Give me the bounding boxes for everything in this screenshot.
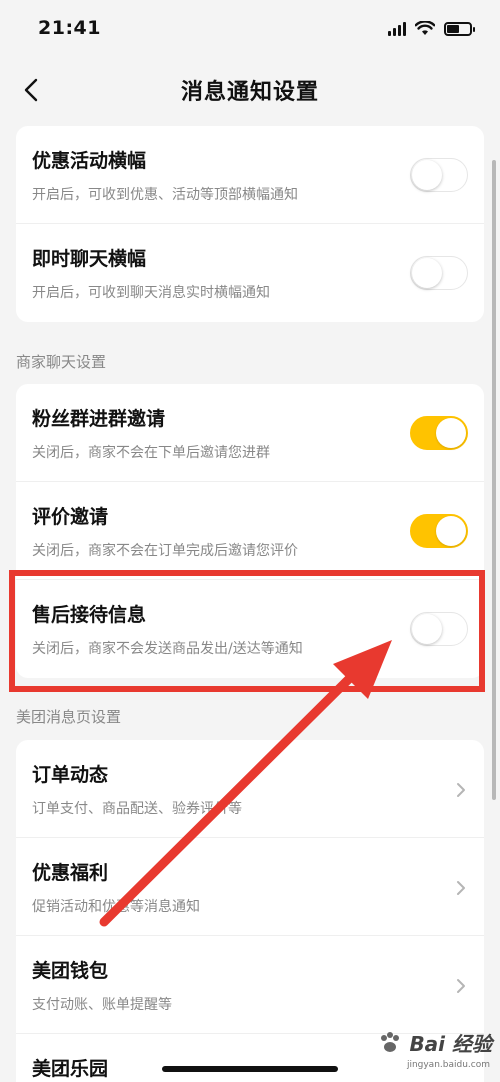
setting-desc: 关闭后，商家不会在下单后邀请您进群: [32, 445, 270, 461]
setting-title: 订单动态: [32, 764, 109, 786]
nav-bar: 消息通知设置: [0, 60, 500, 120]
watermark-sub: jingyan.baidu.com: [406, 1060, 490, 1070]
home-indicator[interactable]: [162, 1066, 338, 1072]
setting-title: 美团乐园: [32, 1058, 109, 1080]
chevron-right-icon: [457, 979, 465, 993]
setting-desc: 订单支付、商品配送、验券评价等: [32, 801, 242, 817]
signal-icon: [388, 21, 406, 36]
setting-row-fan-group-invite: 粉丝群进群邀请 关闭后，商家不会在下单后邀请您进群: [16, 384, 484, 482]
review-invite-toggle[interactable]: [410, 514, 468, 548]
setting-title: 售后接待信息: [32, 604, 147, 626]
setting-title: 优惠福利: [32, 862, 109, 884]
setting-title: 美团钱包: [32, 960, 109, 982]
merchant-chat-card: 粉丝群进群邀请 关闭后，商家不会在下单后邀请您进群 评价邀请 关闭后，商家不会在…: [16, 384, 484, 678]
setting-desc: 关闭后，商家不会在订单完成后邀请您评价: [32, 543, 298, 559]
setting-desc: 关闭后，商家不会发送商品发出/送达等通知: [32, 641, 303, 657]
banner-settings-card: 优惠活动横幅 开启后，可收到优惠、活动等顶部横幅通知 即时聊天横幅 开启后，可收…: [16, 126, 484, 322]
setting-row-order-updates[interactable]: 订单动态 订单支付、商品配送、验券评价等: [16, 740, 484, 838]
chevron-right-icon: [457, 783, 465, 797]
setting-row-chat-banner: 即时聊天横幅 开启后，可收到聊天消息实时横幅通知: [16, 224, 484, 322]
setting-title: 粉丝群进群邀请: [32, 408, 166, 430]
setting-desc: 促销活动和优惠等消息通知: [32, 899, 200, 915]
section-label-meituan-page: 美团消息页设置: [16, 708, 122, 726]
setting-desc: 开启后，可收到优惠、活动等顶部横幅通知: [32, 187, 298, 203]
setting-desc: 开启后，可收到聊天消息实时横幅通知: [32, 285, 270, 301]
paw-icon: [381, 1031, 400, 1052]
setting-title: 优惠活动横幅: [32, 150, 147, 172]
watermark: Bai 经验: [377, 1028, 492, 1057]
setting-row-promo-banner: 优惠活动横幅 开启后，可收到优惠、活动等顶部横幅通知: [16, 126, 484, 224]
setting-row-discount-benefits[interactable]: 优惠福利 促销活动和优惠等消息通知: [16, 838, 484, 936]
setting-row-wallet[interactable]: 美团钱包 支付动账、账单提醒等: [16, 936, 484, 1034]
battery-icon: [444, 21, 475, 36]
status-icons: [388, 21, 475, 36]
watermark-text: Bai 经验: [409, 1032, 492, 1056]
chevron-right-icon: [457, 881, 465, 895]
page-title: 消息通知设置: [180, 80, 319, 105]
after-sales-toggle[interactable]: [410, 612, 468, 646]
chat-banner-toggle[interactable]: [410, 256, 468, 290]
setting-row-review-invite: 评价邀请 关闭后，商家不会在订单完成后邀请您评价: [16, 482, 484, 580]
status-time: 21:41: [38, 17, 101, 39]
fan-group-invite-toggle[interactable]: [410, 416, 468, 450]
setting-row-after-sales: 售后接待信息 关闭后，商家不会发送商品发出/送达等通知: [16, 580, 484, 678]
promo-banner-toggle[interactable]: [410, 158, 468, 192]
setting-desc: 支付动账、账单提醒等: [32, 997, 172, 1013]
status-bar: 21:41: [0, 0, 500, 60]
wifi-icon: [415, 21, 435, 35]
section-label-merchant-chat: 商家聊天设置: [16, 353, 107, 371]
setting-title: 即时聊天横幅: [32, 248, 147, 270]
setting-title: 评价邀请: [32, 506, 109, 528]
scrollbar[interactable]: [492, 160, 496, 800]
